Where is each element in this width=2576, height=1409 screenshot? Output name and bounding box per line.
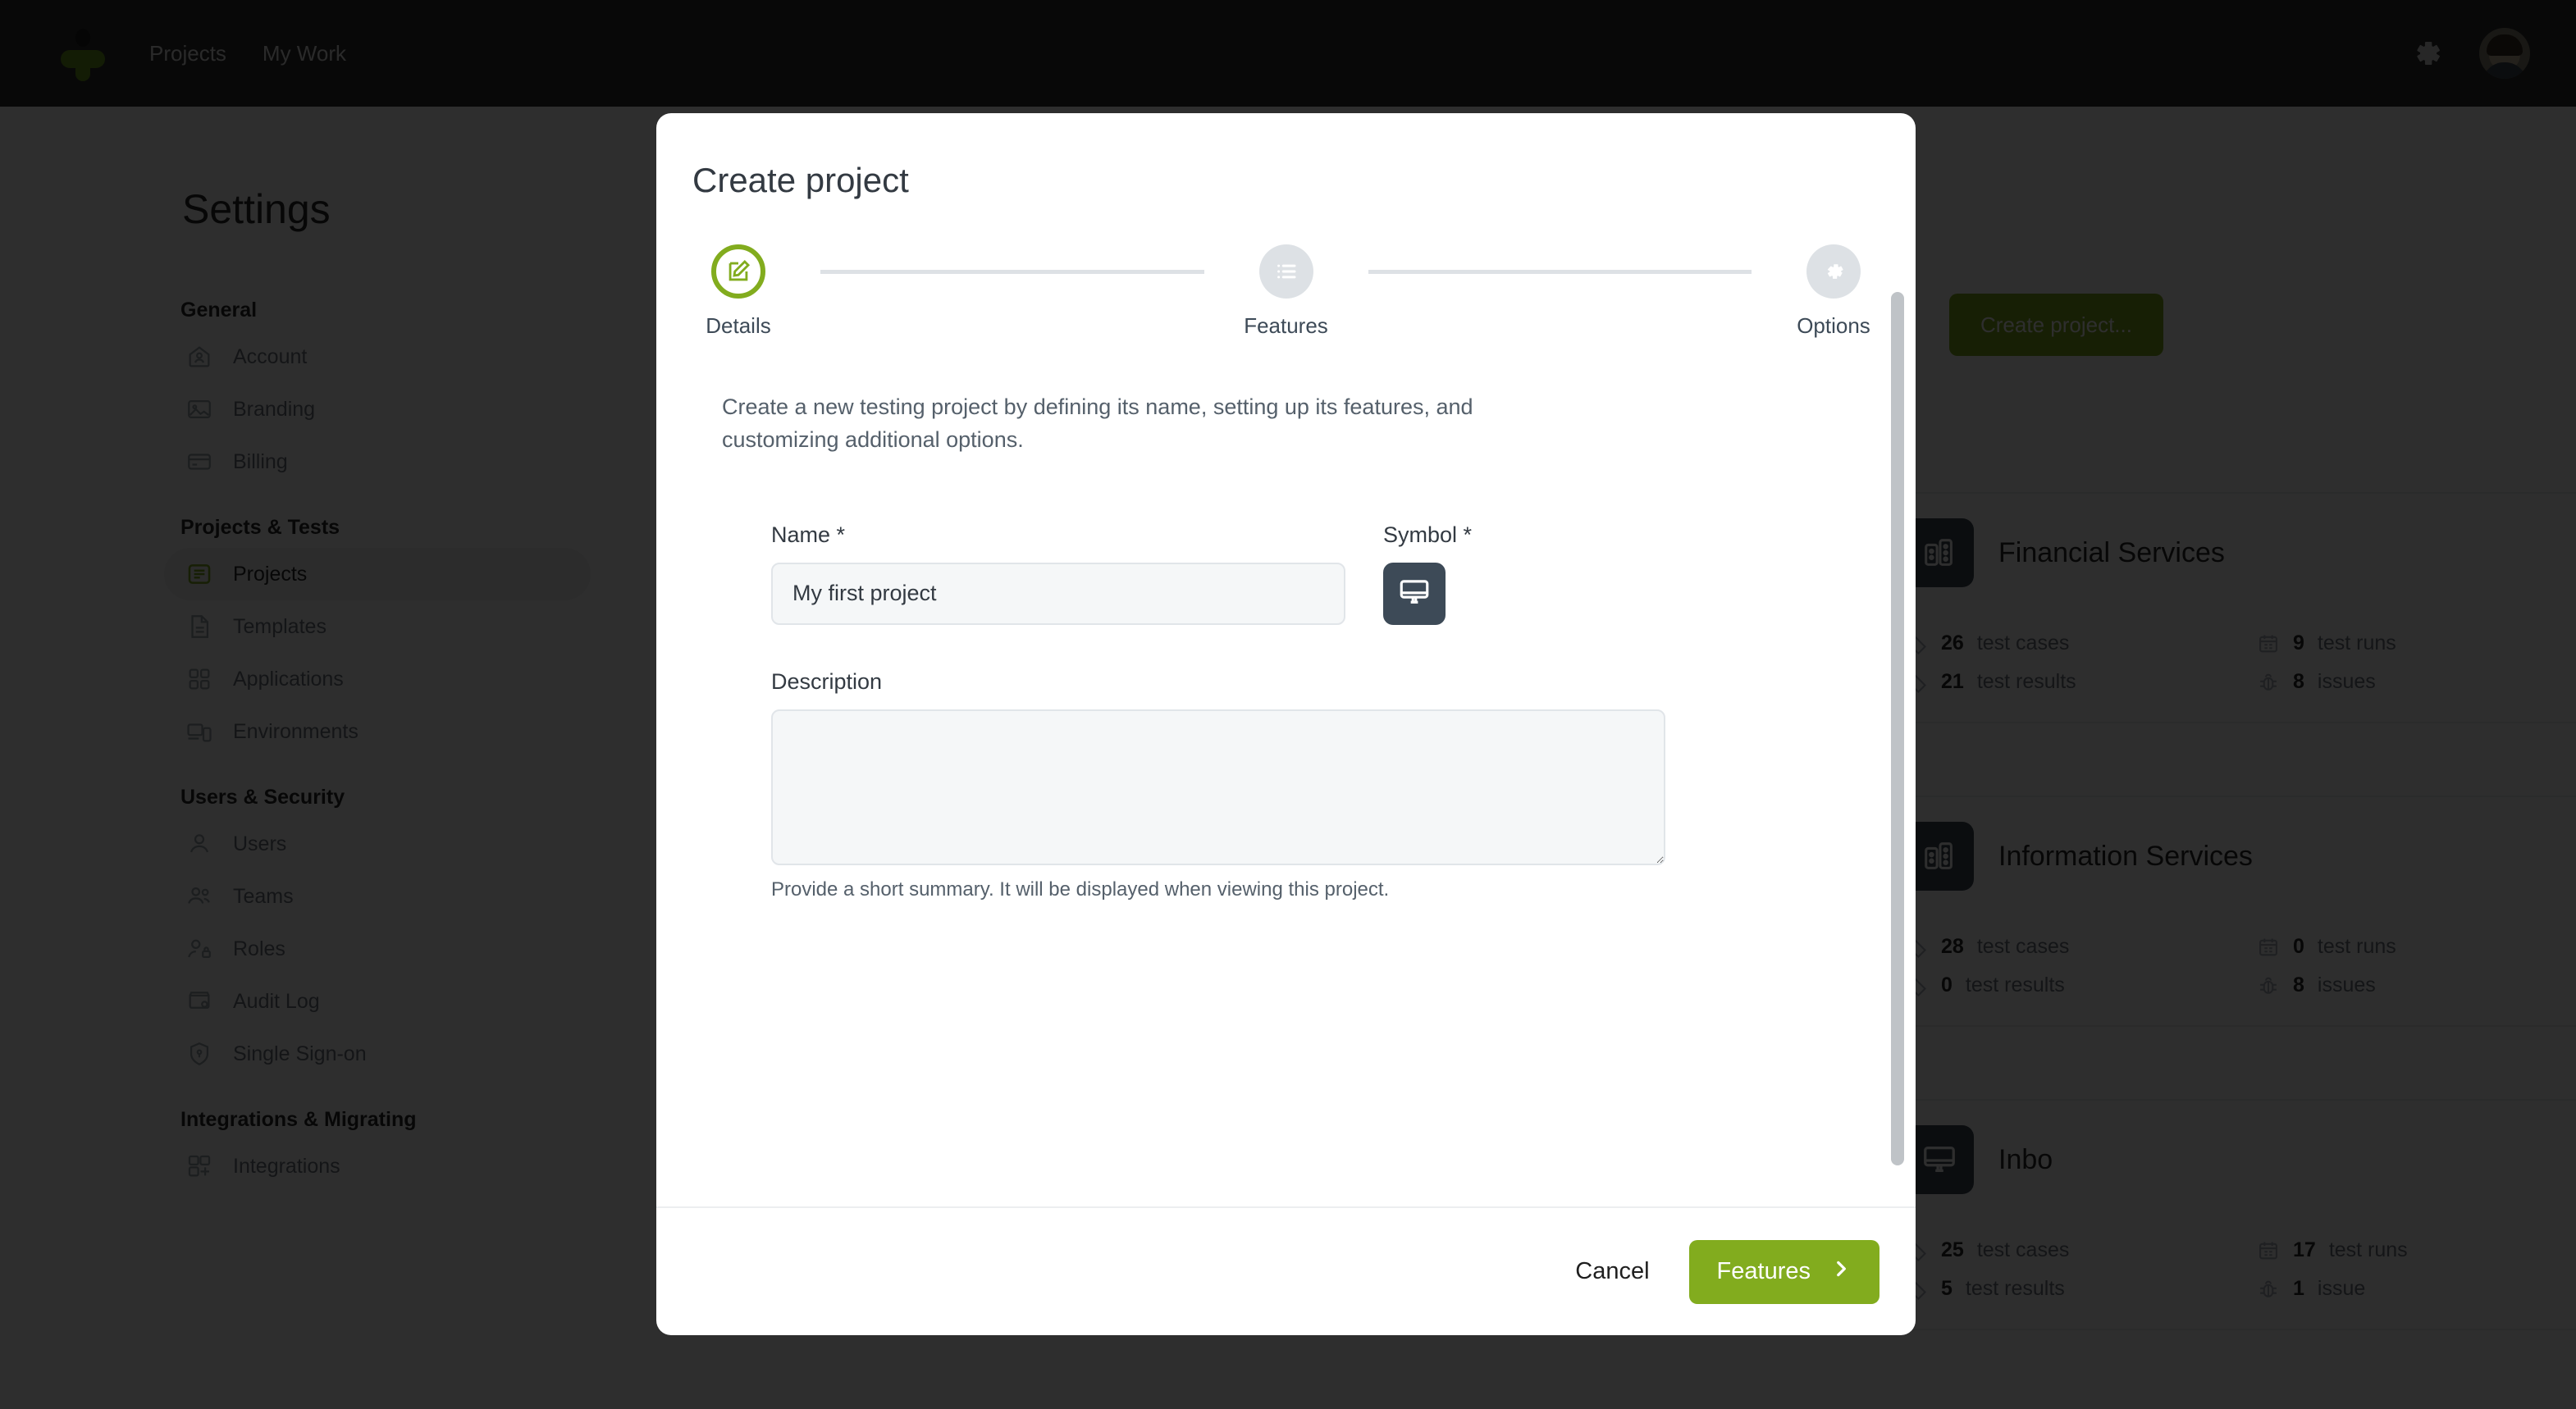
- step-connector: [820, 270, 1204, 274]
- monitor-icon: [1397, 575, 1432, 612]
- list-icon: [1258, 244, 1313, 299]
- step-details[interactable]: Details: [656, 244, 820, 339]
- name-label: Name *: [771, 522, 846, 547]
- step-connector: [1368, 270, 1752, 274]
- description-field-group: Description Provide a short summary. It …: [771, 669, 1916, 901]
- step-label: Features: [1244, 313, 1328, 338]
- step-features[interactable]: Features: [1204, 244, 1368, 339]
- project-description-textarea[interactable]: [771, 709, 1665, 865]
- symbol-label: Symbol *: [1383, 522, 1473, 547]
- modal-body: Details Features Options Create a new te…: [656, 200, 1916, 1206]
- next-step-button[interactable]: Features: [1688, 1239, 1879, 1304]
- modal-scrollbar[interactable]: [1891, 292, 1904, 1206]
- cancel-button[interactable]: Cancel: [1551, 1242, 1674, 1302]
- modal-title: Create project: [692, 161, 909, 199]
- modal-footer: Cancel Features: [656, 1206, 1916, 1335]
- description-help-text: Provide a short summary. It will be disp…: [771, 878, 1390, 901]
- chevron-right-icon: [1830, 1258, 1852, 1286]
- next-step-label: Features: [1716, 1258, 1811, 1284]
- project-name-input[interactable]: [771, 562, 1345, 625]
- name-field-group: Name *: [771, 522, 1345, 625]
- step-label: Details: [706, 313, 771, 338]
- scrollbar-thumb[interactable]: [1891, 292, 1904, 1165]
- project-form: Name * Symbol * Description Provide a sh…: [771, 522, 1916, 901]
- description-label: Description: [771, 668, 883, 694]
- gear-icon: [1806, 244, 1861, 299]
- step-label: Options: [1797, 313, 1870, 338]
- symbol-picker-button[interactable]: [1383, 562, 1446, 625]
- create-project-modal: Create project Details Features Options …: [656, 113, 1916, 1335]
- wizard-stepper: Details Features Options: [656, 200, 1916, 339]
- name-symbol-row: Name * Symbol *: [771, 522, 1916, 625]
- edit-pencil-icon: [711, 244, 765, 299]
- symbol-field-group: Symbol *: [1383, 522, 1472, 625]
- modal-description: Create a new testing project by defining…: [722, 394, 1473, 452]
